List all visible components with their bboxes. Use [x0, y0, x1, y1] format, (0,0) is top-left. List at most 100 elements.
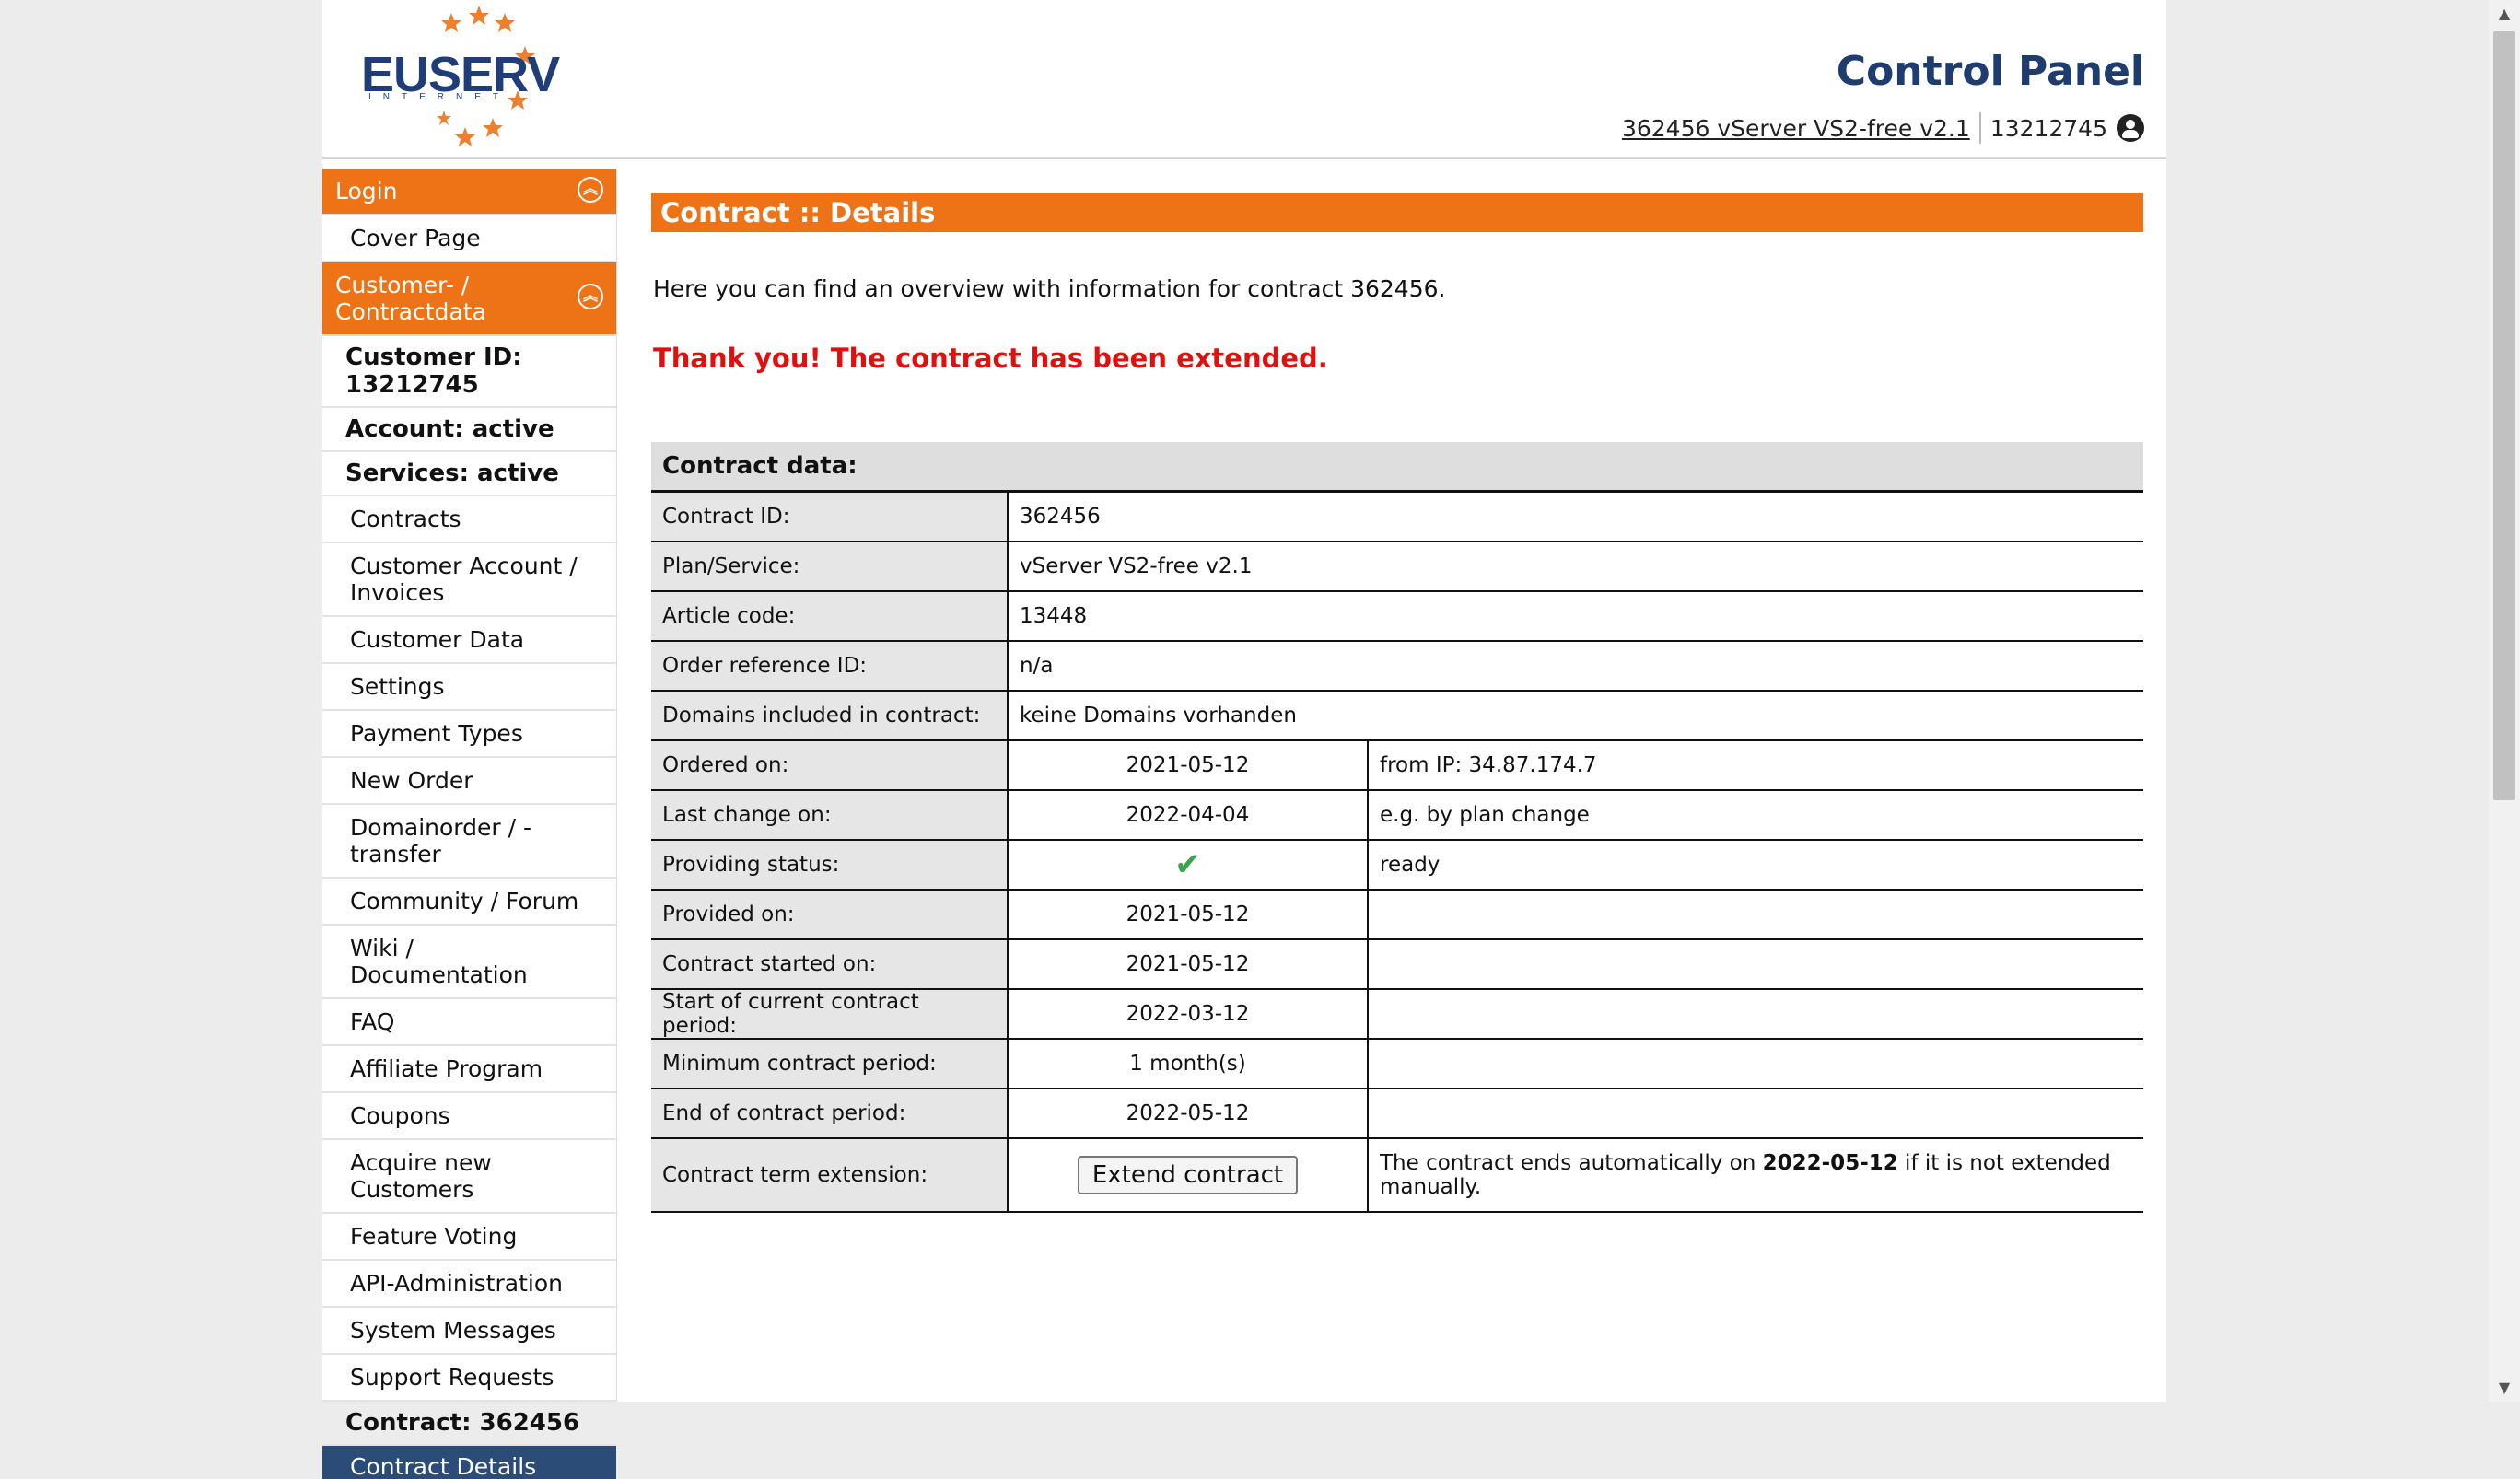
- collapse-icon[interactable]: ︽: [578, 284, 603, 309]
- sidebar-item-domainorder[interactable]: Domainorder / -transfer: [322, 805, 616, 879]
- row-label: Last change on:: [651, 790, 1009, 841]
- row-value: 13448: [1008, 591, 2143, 642]
- table-row: End of contract period: 2022-05-12: [651, 1089, 2143, 1139]
- row-label: End of contract period:: [651, 1089, 1009, 1139]
- sidebar-item-payment-types[interactable]: Payment Types: [322, 711, 616, 758]
- row-note: [1368, 939, 2143, 990]
- scroll-down-icon[interactable]: ▼: [2489, 1374, 2520, 1402]
- sidebar-item-acquire-customers[interactable]: Acquire new Customers: [322, 1140, 616, 1214]
- row-note: [1368, 1089, 2143, 1139]
- header: EUSERV INTERNET Control Panel 362456 vSe…: [322, 0, 2166, 159]
- sidebar-item-system-messages[interactable]: System Messages: [322, 1308, 616, 1355]
- row-label: Plan/Service:: [651, 542, 1009, 592]
- row-note: from IP: 34.87.174.7: [1368, 740, 2143, 791]
- row-value: 2021-05-12: [1008, 939, 1369, 990]
- row-label: Start of current contract period:: [651, 989, 1009, 1040]
- extension-note-date: 2022-05-12: [1762, 1151, 1898, 1175]
- row-label: Provided on:: [651, 890, 1009, 940]
- collapse-icon[interactable]: ︽: [578, 176, 603, 203]
- sidebar-section-label: Customer- / Contractdata: [335, 272, 486, 325]
- table-row: Order reference ID: n/a: [651, 641, 2143, 692]
- table-row: Article code: 13448: [651, 591, 2143, 642]
- table-row: Domains included in contract: keine Doma…: [651, 691, 2143, 741]
- row-label: Minimum contract period:: [651, 1039, 1009, 1089]
- table-row: Contract ID: 362456: [651, 491, 2143, 542]
- divider: [1978, 112, 1981, 144]
- row-label: Providing status:: [651, 840, 1009, 891]
- scroll-up-icon[interactable]: ▲: [2489, 0, 2520, 28]
- row-label: Article code:: [651, 591, 1009, 642]
- table-row: Start of current contract period: 2022-0…: [651, 989, 2143, 1040]
- row-note: e.g. by plan change: [1368, 790, 2143, 841]
- logo-subtitle: INTERNET: [368, 92, 510, 102]
- row-note: ready: [1368, 840, 2143, 891]
- sidebar-item-community[interactable]: Community / Forum: [322, 879, 616, 926]
- row-value: 2022-04-04: [1008, 790, 1369, 841]
- sidebar-item-support-requests[interactable]: Support Requests: [322, 1355, 616, 1402]
- sidebar-item-cover-page[interactable]: Cover Page: [322, 215, 616, 262]
- sidebar-item-settings[interactable]: Settings: [322, 664, 616, 711]
- sidebar: Login ︽ Cover Page Customer- / Contractd…: [322, 169, 617, 1479]
- table-row: Ordered on: 2021-05-12 from IP: 34.87.17…: [651, 740, 2143, 791]
- contract-table: Contract data: Contract ID: 362456 Plan/…: [651, 442, 2143, 1213]
- row-label: Domains included in contract:: [651, 691, 1009, 741]
- checkmark-icon: ✔: [1174, 846, 1201, 883]
- main-content: Contract :: Details Here you can find an…: [651, 169, 2143, 1213]
- row-note: [1368, 890, 2143, 940]
- scrollbar-thumb[interactable]: [2493, 31, 2515, 800]
- sidebar-item-customer-account[interactable]: Customer Account / Invoices: [322, 543, 616, 617]
- table-row: Last change on: 2022-04-04 e.g. by plan …: [651, 790, 2143, 841]
- extension-note-pre: The contract ends automatically on: [1380, 1151, 1763, 1175]
- sidebar-item-feature-voting[interactable]: Feature Voting: [322, 1214, 616, 1261]
- row-note: [1368, 989, 2143, 1040]
- euserv-logo[interactable]: EUSERV INTERNET: [341, 0, 562, 157]
- user-icon[interactable]: [2117, 114, 2144, 142]
- table-row: Contract term extension: Extend contract…: [651, 1138, 2143, 1213]
- section-title: Contract :: Details: [651, 193, 2143, 232]
- table-row: Minimum contract period: 1 month(s): [651, 1039, 2143, 1089]
- sidebar-item-coupons[interactable]: Coupons: [322, 1093, 616, 1140]
- row-value: 2022-05-12: [1008, 1089, 1369, 1139]
- table-row: Plan/Service: vServer VS2-free v2.1: [651, 542, 2143, 592]
- table-row: Providing status: ✔ ready: [651, 840, 2143, 891]
- extend-contract-button[interactable]: Extend contract: [1077, 1156, 1299, 1194]
- row-label: Ordered on:: [651, 740, 1009, 791]
- row-value: 2022-03-12: [1008, 989, 1369, 1040]
- sidebar-item-api-admin[interactable]: API-Administration: [322, 1261, 616, 1308]
- sidebar-section-login[interactable]: Login ︽: [322, 169, 616, 215]
- page-scrollbar[interactable]: ▲ ▼: [2489, 0, 2520, 1402]
- row-label: Contract term extension:: [651, 1138, 1009, 1213]
- page: EUSERV INTERNET Control Panel 362456 vSe…: [322, 0, 2166, 1479]
- sidebar-account-status: Account: active: [322, 408, 616, 452]
- header-links: 362456 vServer VS2-free v2.1 13212745: [1622, 112, 2144, 144]
- sidebar-item-contract-details[interactable]: Contract Details: [322, 1446, 616, 1479]
- sidebar-item-customer-data[interactable]: Customer Data: [322, 617, 616, 664]
- row-label: Contract started on:: [651, 939, 1009, 990]
- contract-link[interactable]: 362456 vServer VS2-free v2.1: [1622, 115, 1970, 142]
- page-title: Control Panel: [1836, 48, 2144, 95]
- sidebar-item-new-order[interactable]: New Order: [322, 758, 616, 805]
- row-value: 2021-05-12: [1008, 890, 1369, 940]
- row-value: vServer VS2-free v2.1: [1008, 542, 2143, 592]
- sidebar-item-wiki[interactable]: Wiki / Documentation: [322, 926, 616, 999]
- sidebar-services-status: Services: active: [322, 452, 616, 496]
- sidebar-customer-id: Customer ID: 13212745: [322, 336, 616, 408]
- intro-text: Here you can find an overview with infor…: [653, 275, 1446, 302]
- sidebar-item-faq[interactable]: FAQ: [322, 999, 616, 1046]
- row-value: 1 month(s): [1008, 1039, 1369, 1089]
- row-value: n/a: [1008, 641, 2143, 692]
- sidebar-item-affiliate[interactable]: Affiliate Program: [322, 1046, 616, 1093]
- row-value: 2021-05-12: [1008, 740, 1369, 791]
- success-message: Thank you! The contract has been extende…: [653, 343, 1328, 374]
- table-row: Provided on: 2021-05-12: [651, 890, 2143, 940]
- sidebar-item-contracts[interactable]: Contracts: [322, 496, 616, 543]
- customer-id-text: 13212745: [1989, 114, 2107, 142]
- row-note: [1368, 1039, 2143, 1089]
- row-note: The contract ends automatically on 2022-…: [1368, 1138, 2143, 1213]
- table-heading: Contract data:: [651, 442, 2143, 493]
- sidebar-section-customer[interactable]: Customer- / Contractdata ︽: [322, 262, 616, 336]
- row-value: keine Domains vorhanden: [1008, 691, 2143, 741]
- row-label: Order reference ID:: [651, 641, 1009, 692]
- table-row: Contract started on: 2021-05-12: [651, 939, 2143, 990]
- sidebar-contract-label: Contract: 362456: [322, 1402, 616, 1446]
